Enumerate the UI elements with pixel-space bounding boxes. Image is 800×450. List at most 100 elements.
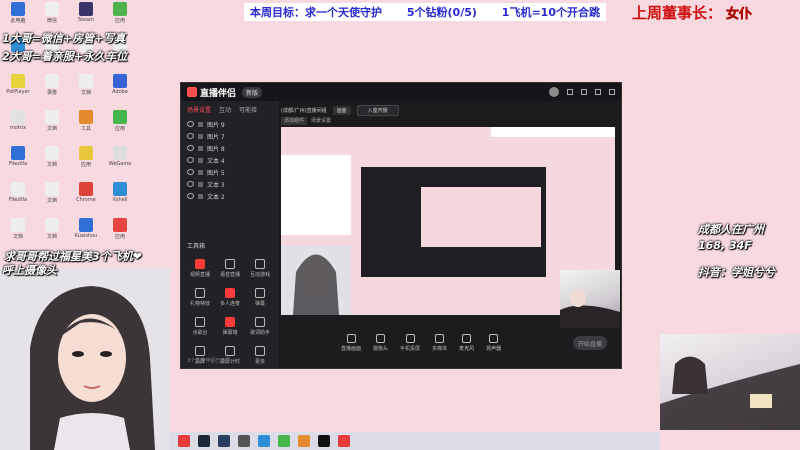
desktop-icon[interactable]: Filezilla <box>2 182 34 203</box>
start-live-button[interactable]: 开始直播 <box>573 336 607 350</box>
steam-icon[interactable] <box>198 435 210 447</box>
source-icon <box>405 334 415 343</box>
tool-button[interactable]: 歌词助手 <box>245 317 275 336</box>
tool-button[interactable]: 弹幕墙 <box>215 317 245 336</box>
layer-item[interactable]: 文本 4 <box>181 154 277 166</box>
tool-button[interactable]: 视频直播 <box>185 259 215 278</box>
desktop-icon[interactable]: 应用 <box>104 218 136 240</box>
desktop-icon[interactable]: Kuaishou <box>70 218 102 239</box>
desktop-icon[interactable]: 录像 <box>36 74 68 96</box>
app-icon <box>11 146 25 160</box>
desktop-icon[interactable]: 文档 <box>36 110 68 132</box>
desktop-icon[interactable]: WeGame <box>104 146 136 167</box>
webcam-sub-text: 呼上摄像头 <box>2 264 57 277</box>
desktop-icon[interactable]: Xshell <box>104 182 136 203</box>
player-icon[interactable] <box>278 435 290 447</box>
eye-icon[interactable] <box>187 193 194 199</box>
source-button[interactable]: 手机投屏 <box>400 334 420 352</box>
tool-button[interactable]: 点歌台 <box>185 317 215 336</box>
desktop-icon[interactable]: 应用 <box>70 146 102 168</box>
desktop-icon[interactable]: PotPlayer <box>2 74 34 95</box>
app-icon[interactable] <box>298 435 310 447</box>
desktop-icon-label: 此电脑 <box>10 18 26 24</box>
tool-button[interactable]: 更多 <box>245 346 275 365</box>
desktop-icon[interactable]: Adobe <box>104 74 136 95</box>
close-icon[interactable] <box>609 89 615 95</box>
scene-settings-link[interactable]: 场景设置 <box>311 117 331 125</box>
layer-item[interactable]: 文本 2 <box>181 190 277 202</box>
desktop-icon[interactable]: 应用 <box>104 2 136 24</box>
app-icon <box>113 146 127 160</box>
layer-item[interactable]: 图片 7 <box>181 130 277 142</box>
desktop-icon-label: 工具 <box>80 126 91 132</box>
desktop-icon[interactable]: 工具 <box>70 110 102 132</box>
source-button[interactable]: 扬声器 <box>486 334 501 352</box>
source-icon <box>462 334 472 343</box>
desktop-icon[interactable]: 应用 <box>104 110 136 132</box>
source-toolbar: 直播画面 摄像头 手机投屏 多媒体 麦克风 扬声器 开始直播 <box>281 323 615 363</box>
live-icon[interactable] <box>338 435 350 447</box>
desktop-icon-label: 文档 <box>46 234 57 240</box>
layer-item[interactable]: 文本 3 <box>181 178 277 190</box>
source-label: 手机投屏 <box>400 346 421 352</box>
weekly-goal-text: 本周目标：求一个天使守护 <box>250 6 382 19</box>
tab-other[interactable]: 可能接 <box>239 105 257 114</box>
desktop-icon[interactable]: 微信 <box>36 2 68 24</box>
tool-icon <box>225 288 235 298</box>
tool-button[interactable]: 语音直播 <box>215 259 245 278</box>
layer-item[interactable]: 图片 9 <box>181 118 277 130</box>
desktop-icon[interactable]: Chrome <box>70 182 102 203</box>
desktop-icon[interactable]: 此电脑 <box>2 2 34 24</box>
steam-client-icon[interactable] <box>218 435 230 447</box>
scene-pill-screen[interactable]: 画面 <box>332 105 351 115</box>
desktop-icon[interactable]: 文档 <box>36 146 68 168</box>
tool-label: 弹幕 <box>254 301 265 307</box>
desktop-icon-label: 微信 <box>46 18 57 24</box>
source-button[interactable]: 麦克风 <box>459 334 474 352</box>
user-avatar[interactable] <box>549 87 559 97</box>
tool-button[interactable]: 弹幕 <box>245 288 275 307</box>
source-button[interactable]: 直播画面 <box>341 334 361 352</box>
app-icon <box>79 74 93 88</box>
menu-icon[interactable] <box>567 89 573 95</box>
source-label: 多媒体 <box>432 346 448 352</box>
eye-icon[interactable] <box>187 169 194 175</box>
yellow-app-icon[interactable] <box>318 435 330 447</box>
scene-name[interactable]: (成都/广州)直播间组 <box>281 107 327 114</box>
tool-button[interactable]: 礼物特效 <box>185 288 215 307</box>
desktop-icon[interactable]: Filezilla <box>2 146 34 167</box>
eye-icon[interactable] <box>187 121 194 127</box>
maximize-icon[interactable] <box>595 89 601 95</box>
desktop-icon[interactable]: 文档 <box>2 218 34 240</box>
tool-icon <box>255 288 265 298</box>
xshell-icon[interactable] <box>258 435 270 447</box>
add-component-button[interactable]: 添加组件 <box>281 117 308 125</box>
tab-scene[interactable]: 场景设置 <box>187 105 211 114</box>
tool-button[interactable]: 多人连麦 <box>215 288 245 307</box>
tool-button[interactable]: 互动游戏 <box>245 259 275 278</box>
weibo-icon[interactable] <box>178 435 190 447</box>
eye-icon[interactable] <box>187 181 194 187</box>
desktop-icon-label: 应用 <box>114 18 125 24</box>
eye-icon[interactable] <box>187 157 194 163</box>
scene-pill-join[interactable]: 入座开播 <box>356 104 399 116</box>
source-button[interactable]: 摄像头 <box>373 334 388 352</box>
tab-interact[interactable]: 互动 <box>219 105 231 114</box>
eye-icon[interactable] <box>187 133 194 139</box>
tool-icon <box>225 346 235 356</box>
layer-item[interactable]: 图片 8 <box>181 142 277 154</box>
eye-icon[interactable] <box>187 145 194 151</box>
version-badge[interactable]: 新版 <box>242 86 263 98</box>
layer-item[interactable]: 图片 5 <box>181 166 277 178</box>
source-button[interactable]: 多媒体 <box>432 334 447 352</box>
tool-label: 礼物特效 <box>189 301 210 307</box>
settings-icon[interactable] <box>238 435 250 447</box>
desktop-icon[interactable]: 文档 <box>36 218 68 240</box>
desktop-icon[interactable]: 文档 <box>70 74 102 96</box>
desktop-icon[interactable]: 文档 <box>36 182 68 204</box>
desktop-icon[interactable]: Steam <box>70 2 102 23</box>
minimize-icon[interactable] <box>581 89 587 95</box>
diamond-fans-text: 5个钻粉(0/5) <box>406 6 477 19</box>
layer-type-icon <box>198 145 203 151</box>
desktop-icon[interactable]: motrix <box>2 110 34 131</box>
